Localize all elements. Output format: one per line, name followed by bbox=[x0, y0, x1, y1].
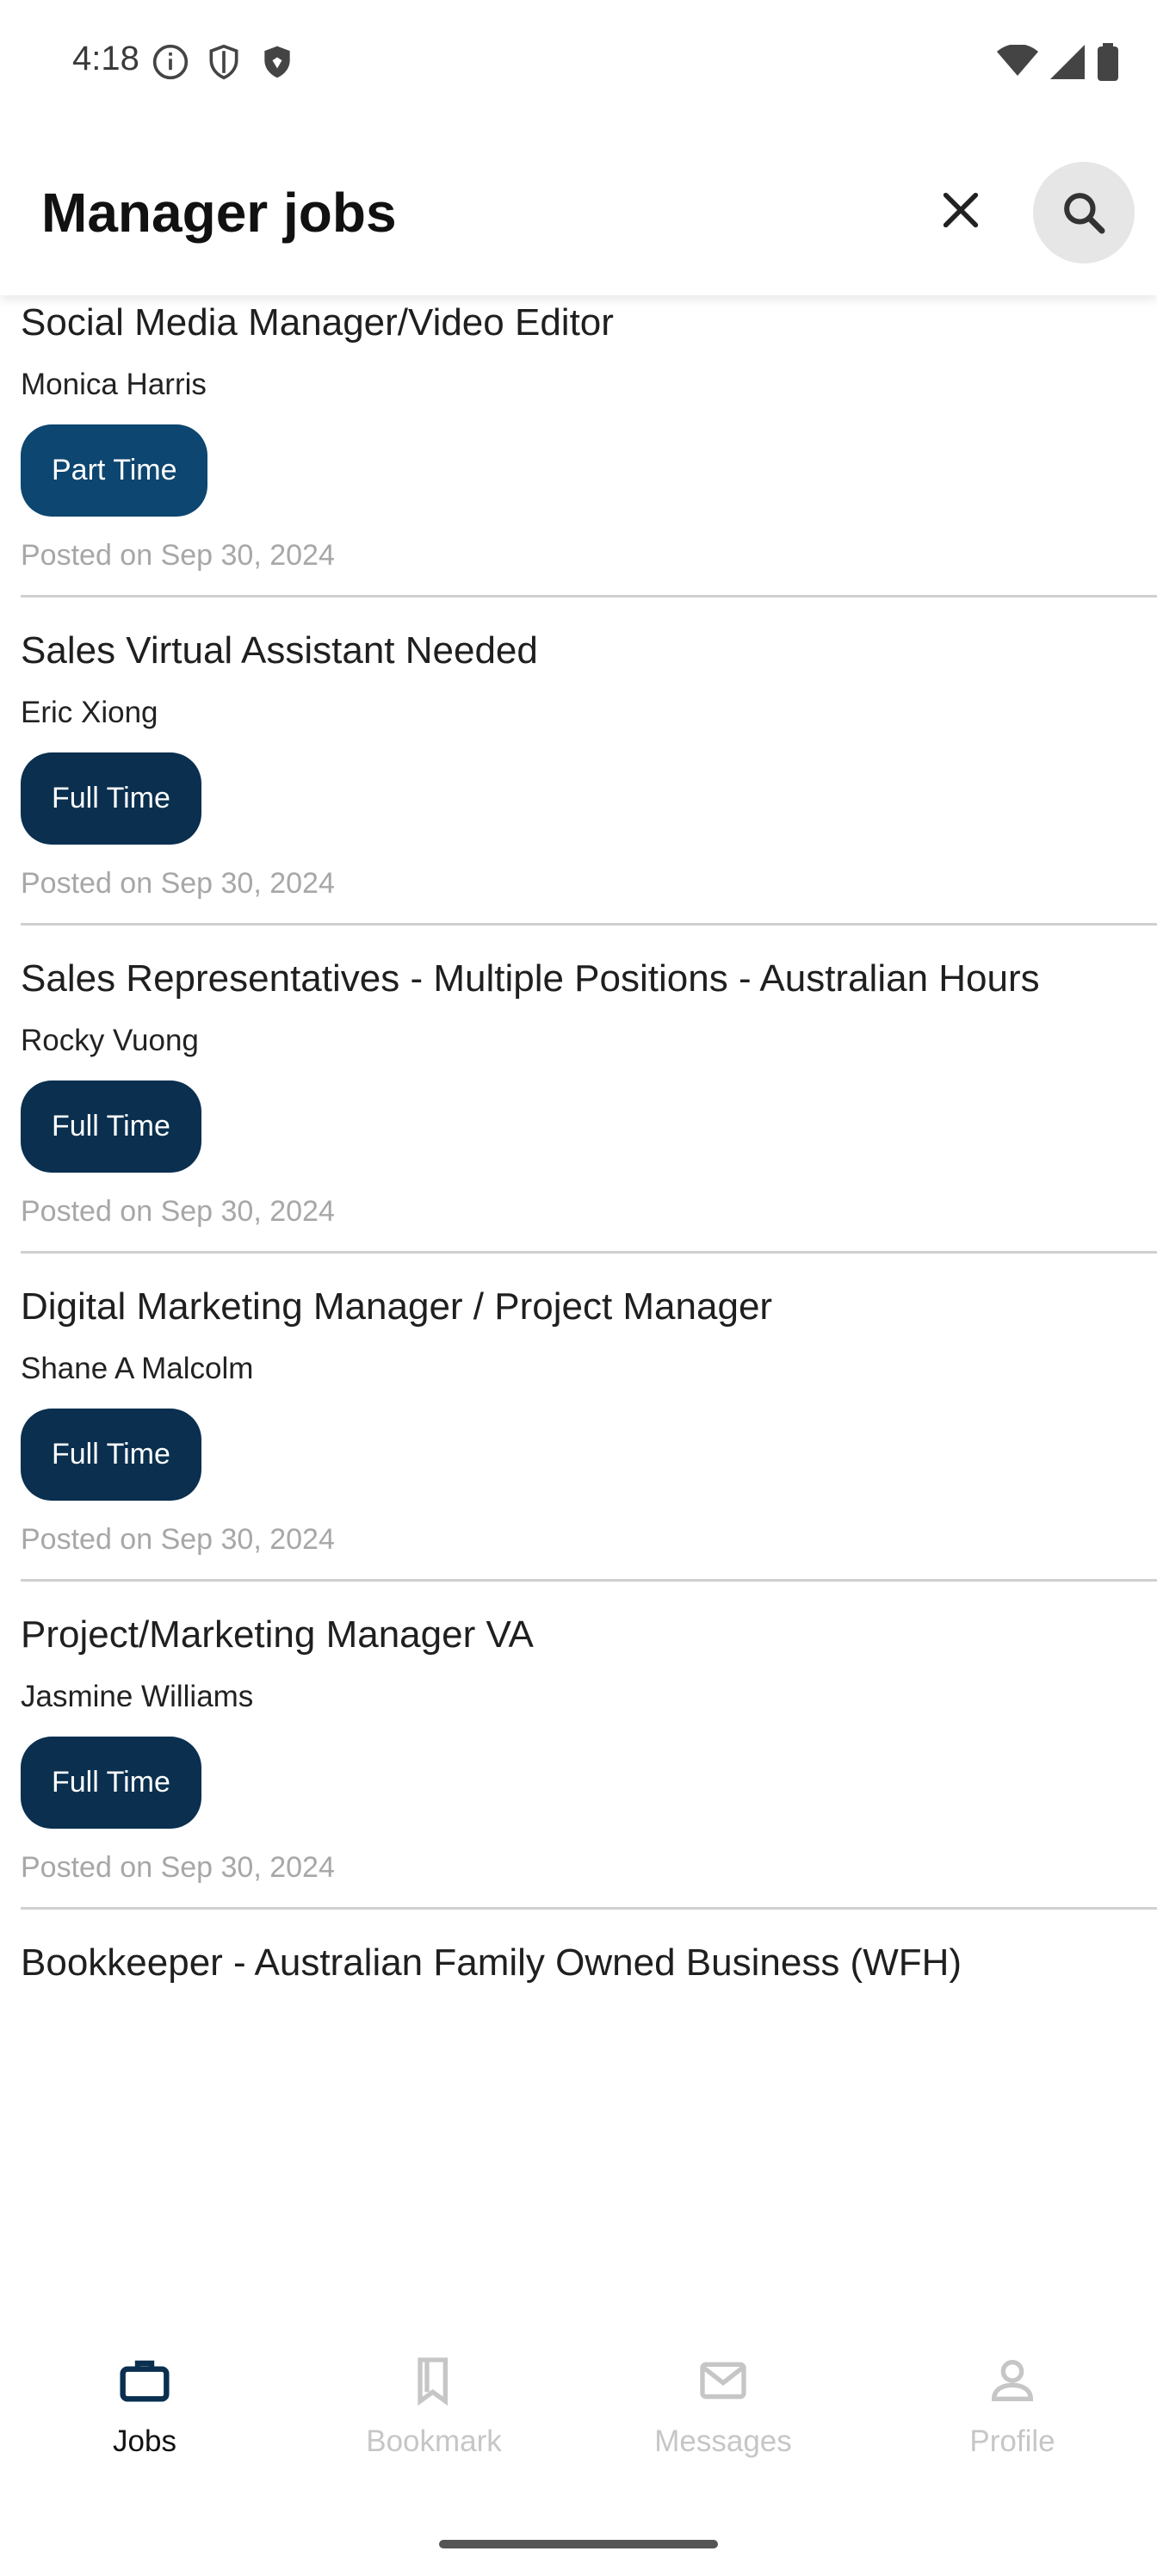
job-posted-date: Posted on Sep 30, 2024 bbox=[21, 1851, 335, 1884]
job-title: Sales Virtual Assistant Needed bbox=[21, 629, 538, 672]
search-button[interactable] bbox=[1033, 162, 1135, 263]
job-title: Digital Marketing Manager / Project Mana… bbox=[21, 1285, 773, 1328]
battery-icon bbox=[1098, 43, 1118, 81]
nav-item-jobs[interactable]: Jobs bbox=[0, 2353, 289, 2459]
nav-label-profile: Profile bbox=[969, 2424, 1055, 2458]
job-card[interactable]: Digital Marketing Manager / Project Mana… bbox=[21, 1254, 1157, 1582]
job-title: Social Media Manager/Video Editor bbox=[21, 301, 614, 344]
job-card[interactable]: Social Media Manager/Video Editor Monica… bbox=[21, 295, 1157, 598]
job-posted-date: Posted on Sep 30, 2024 bbox=[21, 1195, 335, 1228]
nav-item-messages[interactable]: Messages bbox=[578, 2353, 868, 2459]
job-type-tag: Full Time bbox=[21, 1081, 201, 1173]
home-indicator[interactable] bbox=[439, 2540, 718, 2548]
job-company: Shane A Malcolm bbox=[21, 1352, 254, 1385]
job-company: Eric Xiong bbox=[21, 696, 158, 729]
job-list[interactable]: Social Media Manager/Video Editor Monica… bbox=[0, 295, 1157, 2310]
job-card[interactable]: Sales Representatives - Multiple Positio… bbox=[21, 926, 1157, 1254]
briefcase-icon bbox=[120, 2360, 170, 2402]
job-title: Project/Marketing Manager VA bbox=[21, 1613, 534, 1656]
job-company: Jasmine Williams bbox=[21, 1680, 254, 1713]
nav-label-jobs: Jobs bbox=[113, 2424, 176, 2458]
status-icons-left bbox=[152, 43, 296, 81]
close-icon bbox=[943, 192, 979, 228]
job-type-tag: Full Time bbox=[21, 752, 201, 845]
nav-label-bookmark: Bookmark bbox=[366, 2424, 502, 2458]
nav-item-bookmark[interactable]: Bookmark bbox=[289, 2353, 578, 2459]
signal-icon bbox=[1050, 45, 1085, 79]
status-icons-right bbox=[997, 43, 1119, 81]
job-type-tag: Full Time bbox=[21, 1737, 201, 1829]
job-posted-date: Posted on Sep 30, 2024 bbox=[21, 539, 335, 572]
status-bar: 4:18 bbox=[0, 0, 1157, 129]
job-card[interactable]: Bookkeeper - Australian Family Owned Bus… bbox=[21, 1910, 1157, 2013]
shield-outline-icon bbox=[209, 44, 238, 80]
shield-filled-icon bbox=[264, 46, 290, 78]
wifi-icon bbox=[997, 45, 1038, 76]
search-app-bar: Manager jobs bbox=[0, 129, 1157, 295]
job-card[interactable]: Project/Marketing Manager VA Jasmine Wil… bbox=[21, 1582, 1157, 1910]
job-type-tag: Full Time bbox=[21, 1409, 201, 1501]
person-icon bbox=[991, 2360, 1034, 2401]
job-company: Monica Harris bbox=[21, 368, 207, 401]
nav-label-messages: Messages bbox=[654, 2424, 792, 2458]
info-icon bbox=[152, 44, 189, 80]
job-posted-date: Posted on Sep 30, 2024 bbox=[21, 1523, 335, 1556]
job-company: Rocky Vuong bbox=[21, 1024, 199, 1057]
nav-item-profile[interactable]: Profile bbox=[868, 2353, 1157, 2459]
job-title: Bookkeeper - Australian Family Owned Bus… bbox=[21, 1941, 962, 1984]
search-query-title[interactable]: Manager jobs bbox=[41, 181, 397, 245]
search-icon bbox=[1064, 193, 1105, 234]
bookmark-icon bbox=[418, 2357, 448, 2406]
status-time: 4:18 bbox=[72, 40, 139, 77]
job-card[interactable]: Sales Virtual Assistant Needed Eric Xion… bbox=[21, 598, 1157, 926]
clear-search-button[interactable] bbox=[930, 179, 992, 241]
mail-icon bbox=[700, 2362, 746, 2400]
job-title: Sales Representatives - Multiple Positio… bbox=[21, 957, 1040, 1000]
job-type-tag: Part Time bbox=[21, 424, 208, 517]
bottom-navigation: Jobs Bookmark Messages Profile bbox=[0, 2310, 1157, 2576]
job-posted-date: Posted on Sep 30, 2024 bbox=[21, 867, 335, 900]
